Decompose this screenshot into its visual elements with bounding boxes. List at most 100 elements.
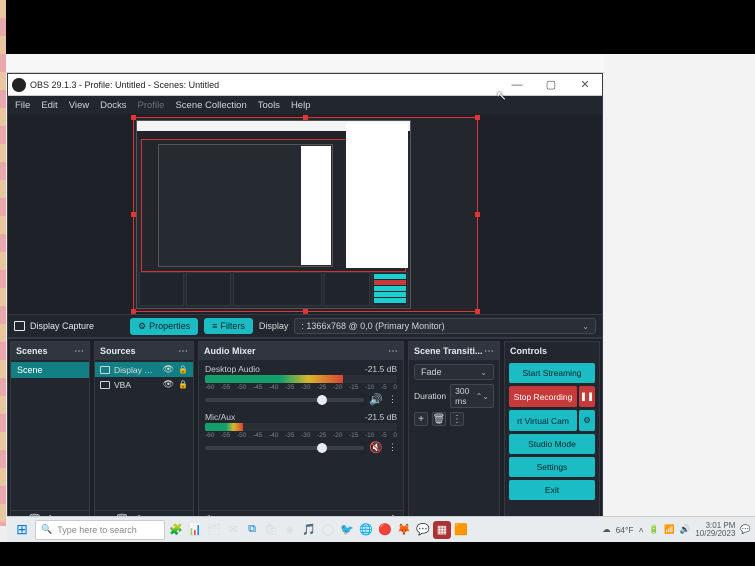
menu-view[interactable]: View: [69, 100, 89, 111]
speaker-icon[interactable]: 🔊: [369, 393, 383, 406]
panel-menu-icon[interactable]: ⋯: [484, 346, 494, 357]
lock-icon[interactable]: 🔒: [178, 365, 188, 374]
weather-icon[interactable]: ☁: [602, 524, 611, 535]
source-item[interactable]: VBA 👁 🔒: [95, 377, 193, 392]
taskbar-app-icon[interactable]: ✉: [224, 521, 242, 539]
menu-edit[interactable]: Edit: [41, 100, 57, 111]
pause-recording-button[interactable]: ❚❚: [579, 386, 595, 407]
tray-icon[interactable]: 🔋: [649, 524, 660, 535]
gear-icon: ⚙: [138, 321, 146, 332]
duration-label: Duration: [414, 391, 446, 401]
audio-mixer-panel: Audio Mixer⋯ Desktop Audio-21.5 dB -60-5…: [198, 341, 404, 529]
transition-select[interactable]: Fade⌄: [414, 364, 494, 380]
tray-icon[interactable]: 📶: [664, 524, 675, 535]
volume-slider[interactable]: [205, 446, 364, 450]
weather-temp[interactable]: 64°F: [616, 525, 634, 535]
channel-name: Desktop Audio: [205, 364, 260, 374]
max-icon[interactable]: ▢: [534, 78, 568, 91]
taskbar-search[interactable]: 🔍 Type here to search: [35, 520, 165, 540]
audio-channel: Mic/Aux-21.5 dB -60-55-50-45-40-35-30-25…: [199, 410, 403, 458]
panel-menu-icon[interactable]: ⋯: [74, 346, 84, 357]
mixer-title: Audio Mixer: [204, 346, 256, 356]
audio-channel: Desktop Audio-21.5 dB -60-55-50-45-40-35…: [199, 362, 403, 410]
mouse-cursor-icon: ↖: [496, 88, 507, 104]
menu-file[interactable]: File: [15, 100, 30, 111]
taskbar-app-icon[interactable]: ◈: [281, 521, 299, 539]
virtual-cam-settings-button[interactable]: ⚙: [579, 410, 595, 431]
taskbar-app-icon[interactable]: ▦: [433, 521, 451, 539]
window-title: OBS 29.1.3 - Profile: Untitled - Scenes:…: [30, 80, 500, 90]
close-icon[interactable]: ✕: [568, 78, 602, 91]
channel-db: -21.5 dB: [365, 412, 397, 422]
taskbar-app-icon[interactable]: 🦊: [395, 521, 413, 539]
taskbar-app-icon[interactable]: 📊: [186, 521, 204, 539]
studio-mode-button[interactable]: Studio Mode: [509, 434, 595, 454]
preview-source-box[interactable]: [133, 117, 478, 312]
transitions-panel: Scene Transiti...⋯ Fade⌄ Duration 300 ms…: [408, 341, 500, 529]
taskbar-app-icon[interactable]: 🗂: [205, 521, 223, 539]
stop-recording-button[interactable]: Stop Recording: [509, 386, 577, 407]
obs-logo-icon: [12, 78, 26, 92]
exit-button[interactable]: Exit: [509, 480, 595, 500]
source-item[interactable]: Display Captu 👁 🔒: [95, 362, 193, 377]
audio-meter: [205, 423, 397, 431]
settings-button[interactable]: Settings: [509, 457, 595, 477]
taskbar-clock[interactable]: 3:01 PM 10/29/2023: [695, 522, 735, 538]
scene-item[interactable]: Scene: [11, 362, 89, 378]
taskbar-app-icon[interactable]: 🛍: [262, 521, 280, 539]
menu-scene-collection[interactable]: Scene Collection: [175, 100, 246, 111]
taskbar-app-icon[interactable]: 🔴: [376, 521, 394, 539]
speaker-muted-icon[interactable]: 🔇: [369, 441, 383, 454]
chevron-down-icon: ⌄: [480, 368, 487, 377]
panel-menu-icon[interactable]: ⋯: [388, 346, 398, 357]
start-streaming-button[interactable]: Start Streaming: [509, 363, 595, 383]
tray-chevron-icon[interactable]: ˄: [639, 525, 644, 535]
filter-icon: ≡: [212, 321, 217, 331]
taskbar-app-icon[interactable]: ◯: [319, 521, 337, 539]
menu-help[interactable]: Help: [291, 100, 311, 111]
remove-transition-button[interactable]: 🗑: [432, 412, 446, 426]
preview-area[interactable]: [8, 114, 602, 314]
display-select[interactable]: : 1366x768 @ 0,0 (Primary Monitor) ⌄: [294, 318, 596, 334]
display-value: : 1366x768 @ 0,0 (Primary Monitor): [301, 321, 444, 331]
channel-settings-icon[interactable]: ⋮: [388, 394, 397, 405]
panel-menu-icon[interactable]: ⋯: [178, 346, 188, 357]
db-ticks: -60-55-50-45-40-35-30-25-20-15-10-50: [205, 384, 397, 391]
taskbar-app-icon[interactable]: 🎵: [300, 521, 318, 539]
lock-icon[interactable]: 🔒: [178, 380, 188, 389]
taskbar-app-icon[interactable]: ⧉: [243, 521, 261, 539]
virtual-cam-button[interactable]: rt Virtual Cam: [509, 410, 577, 431]
obs-menubar: File Edit View Docks Profile Scene Colle…: [8, 96, 602, 114]
search-placeholder: Type here to search: [57, 525, 137, 535]
menu-docks[interactable]: Docks: [100, 100, 126, 111]
menu-tools[interactable]: Tools: [258, 100, 280, 111]
selected-source-label: Display Capture: [30, 321, 94, 331]
menu-profile[interactable]: Profile: [138, 100, 165, 111]
selected-source: Display Capture: [14, 321, 94, 331]
controls-title: Controls: [510, 346, 547, 356]
filters-button[interactable]: ≡ Filters: [204, 318, 253, 334]
visibility-icon[interactable]: 👁: [163, 364, 174, 375]
transition-props-icon[interactable]: ⋮: [450, 412, 464, 426]
sources-panel: Sources⋯ Display Captu 👁 🔒 VBA 👁 🔒: [94, 341, 194, 529]
channel-settings-icon[interactable]: ⋮: [388, 442, 397, 453]
dock-panels: Scenes⋯ Scene + 🗑 ⋮ ∧ ∨ Sources⋯: [8, 338, 602, 531]
taskbar-app-icon[interactable]: 🟧: [452, 521, 470, 539]
taskbar-app-icon[interactable]: 🐦: [338, 521, 356, 539]
properties-button[interactable]: ⚙ Properties: [130, 318, 198, 335]
taskbar-app-icon[interactable]: 💬: [414, 521, 432, 539]
notifications-icon[interactable]: 💬: [740, 524, 751, 535]
audio-meter: [205, 375, 397, 383]
db-ticks: -60-55-50-45-40-35-30-25-20-15-10-50: [205, 432, 397, 439]
taskbar-app-icon[interactable]: 🌐: [357, 521, 375, 539]
taskbar-app-icon[interactable]: 🧩: [167, 521, 185, 539]
visibility-icon[interactable]: 👁: [163, 379, 174, 390]
display-label: Display: [259, 321, 289, 331]
add-transition-button[interactable]: +: [414, 412, 428, 426]
start-button[interactable]: ⊞: [11, 519, 33, 541]
duration-input[interactable]: 300 ms⌃⌄: [450, 384, 494, 408]
obs-titlebar: OBS 29.1.3 - Profile: Untitled - Scenes:…: [8, 74, 602, 96]
volume-slider[interactable]: [205, 398, 364, 402]
tray-volume-icon[interactable]: 🔊: [680, 524, 691, 535]
controls-panel: Controls Start Streaming Stop Recording …: [504, 341, 600, 529]
